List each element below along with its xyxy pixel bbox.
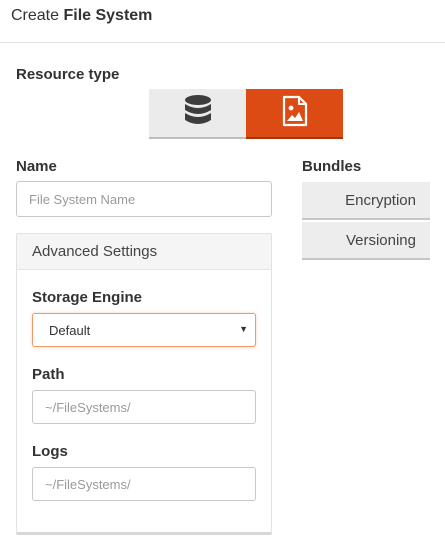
logs-label: Logs	[32, 443, 68, 460]
bundle-label: Encryption	[345, 191, 416, 209]
bundle-encryption-button[interactable]: Encryption	[302, 182, 430, 220]
database-icon	[183, 94, 213, 133]
name-label: Name	[16, 158, 57, 175]
bundle-label: Versioning	[345, 231, 416, 249]
file-system-type-button[interactable]	[246, 89, 343, 139]
path-input[interactable]: ~/FileSystems/	[32, 390, 256, 424]
resource-type-label: Resource type	[16, 66, 120, 83]
database-type-button[interactable]	[149, 89, 246, 139]
file-system-name-input[interactable]: File System Name	[16, 181, 272, 217]
dialog-header: Create File System	[0, 0, 445, 43]
header-prefix: Create	[11, 7, 64, 24]
advanced-settings-title: Advanced Settings	[32, 243, 158, 260]
image-file-icon	[281, 95, 309, 132]
storage-engine-value: Default	[49, 322, 91, 338]
logs-placeholder: ~/FileSystems/	[45, 476, 131, 492]
logs-input[interactable]: ~/FileSystems/	[32, 467, 256, 501]
storage-engine-select[interactable]: Default ▼	[32, 313, 256, 347]
storage-engine-label: Storage Engine	[32, 289, 143, 306]
name-placeholder: File System Name	[29, 191, 136, 207]
dropdown-caret-icon: ▼	[239, 324, 248, 334]
page-title: File System	[63, 7, 153, 24]
bundles-label: Bundles	[302, 158, 362, 175]
resource-type-toggle	[149, 89, 343, 139]
path-placeholder: ~/FileSystems/	[45, 399, 131, 415]
advanced-settings-header[interactable]: Advanced Settings	[17, 234, 271, 270]
bundle-versioning-button[interactable]: Versioning	[302, 222, 430, 260]
path-label: Path	[32, 366, 65, 383]
